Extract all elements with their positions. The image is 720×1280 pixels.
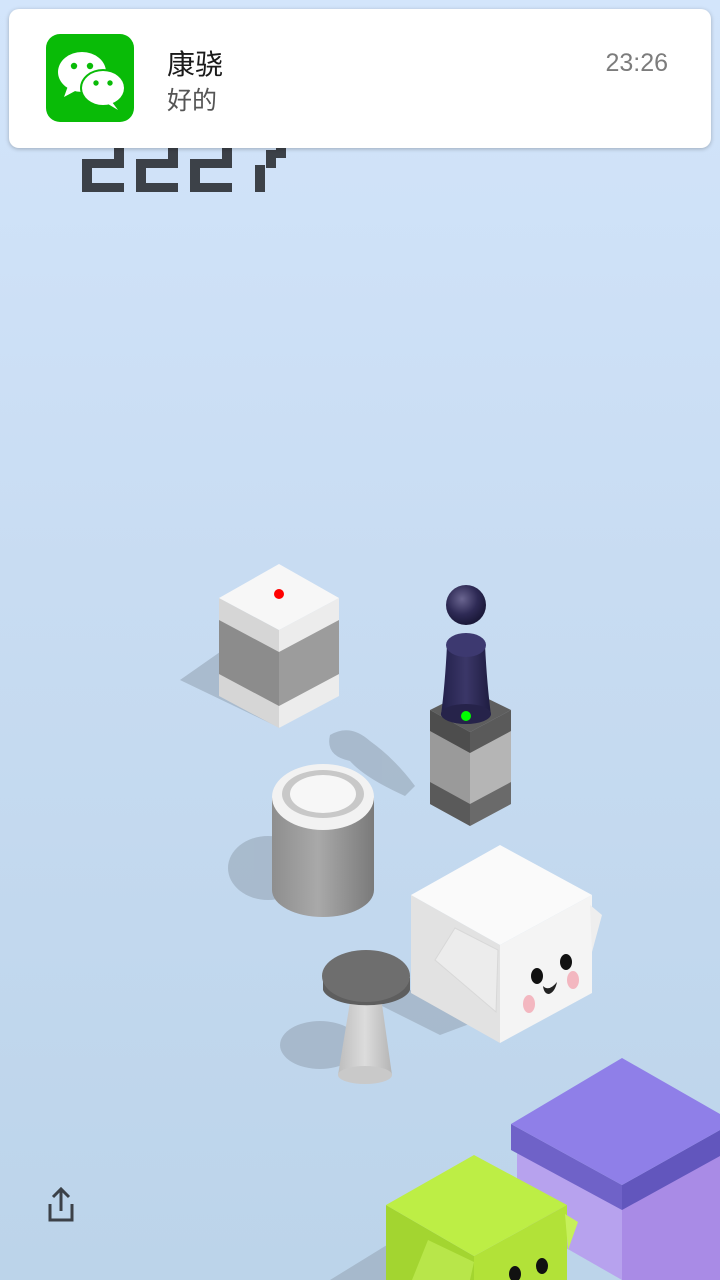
- notification-time: 23:26: [605, 49, 668, 77]
- wechat-icon: [46, 34, 134, 122]
- game-scene[interactable]: [0, 0, 720, 1280]
- notification-message: 好的: [167, 86, 218, 115]
- player-piece: [441, 585, 491, 724]
- share-icon: [48, 1186, 74, 1222]
- player-center-marker: [461, 711, 471, 721]
- target-center-marker: [274, 589, 284, 599]
- cylinder-platform: [272, 764, 374, 917]
- notification-sender: 康骁: [167, 48, 224, 81]
- white-block-platform: [219, 564, 339, 728]
- share-button[interactable]: [42, 1186, 80, 1226]
- wechat-notification-banner[interactable]: 康骁 好的 23:26: [9, 9, 711, 148]
